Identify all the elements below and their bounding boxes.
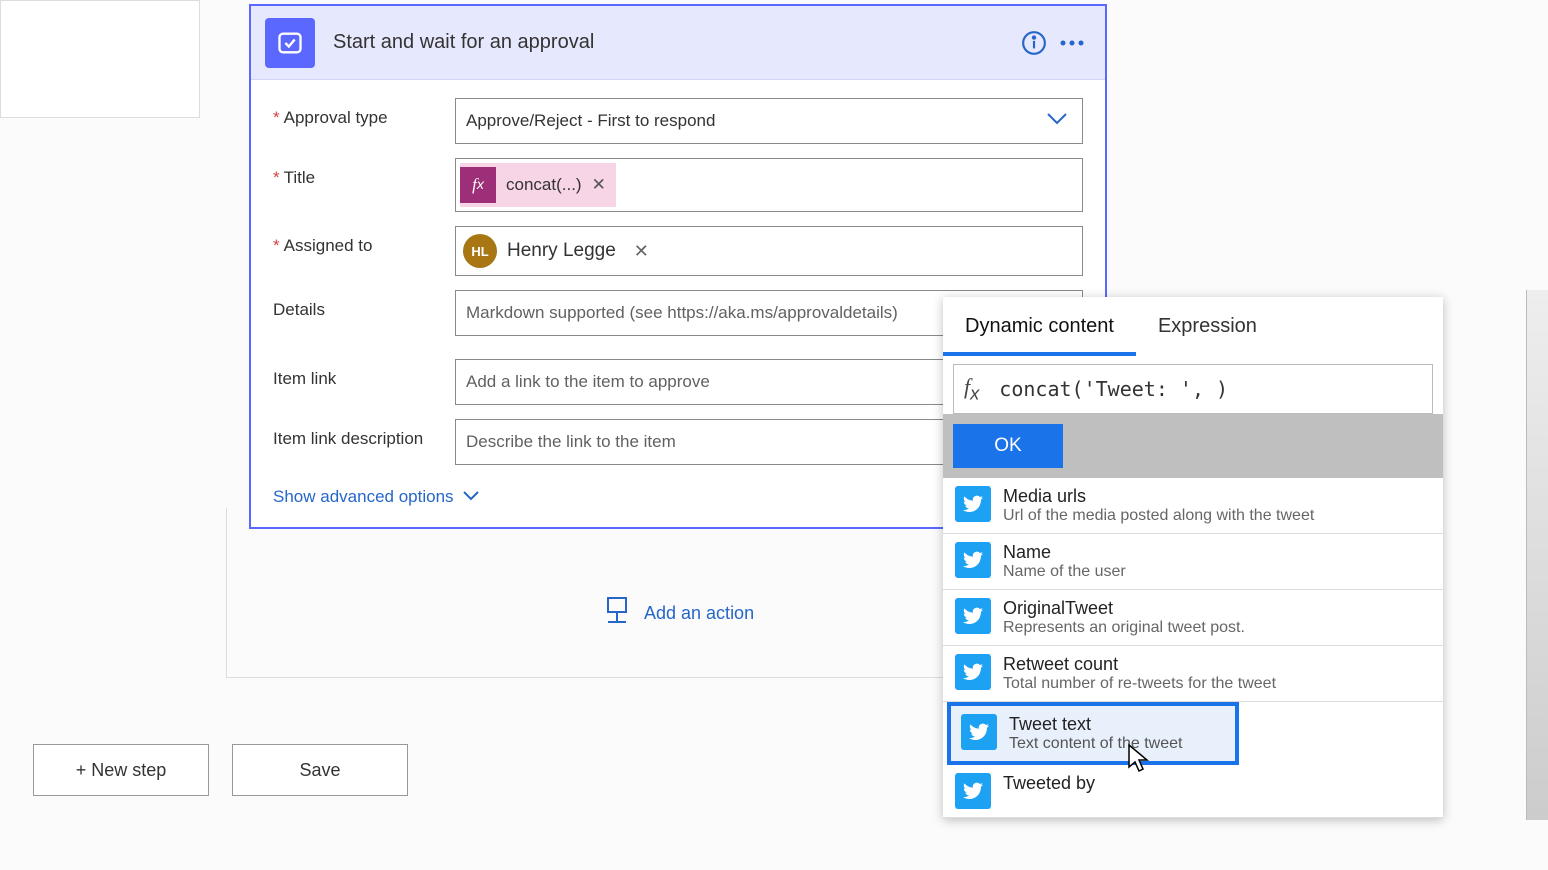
dynamic-content-flyout: Dynamic content Expression fx concat('Tw…	[943, 297, 1443, 818]
more-menu-icon[interactable]	[1053, 24, 1091, 62]
save-label: Save	[299, 760, 340, 781]
dynamic-content-item-title: Tweeted by	[1003, 773, 1095, 794]
dynamic-content-item[interactable]: Tweeted by	[943, 765, 1443, 818]
remove-person-icon[interactable]: ✕	[634, 241, 649, 262]
item-link-desc-placeholder: Describe the link to the item	[466, 432, 676, 452]
person-token[interactable]: HL Henry Legge ✕	[460, 231, 659, 271]
dynamic-content-item[interactable]: Media urlsUrl of the media posted along …	[943, 478, 1443, 534]
dynamic-content-item[interactable]: Tweet textText content of the tweet	[947, 702, 1239, 765]
details-placeholder: Markdown supported (see https://aka.ms/a…	[466, 303, 898, 323]
approval-type-select[interactable]: Approve/Reject - First to respond	[455, 98, 1083, 144]
dynamic-content-item[interactable]: NameName of the user	[943, 534, 1443, 590]
label-assigned-to: Assigned to	[273, 226, 455, 256]
ok-button[interactable]: OK	[953, 424, 1063, 468]
tab-dynamic-content[interactable]: Dynamic content	[943, 297, 1136, 356]
twitter-icon	[955, 598, 991, 634]
twitter-icon	[961, 714, 997, 750]
info-icon[interactable]	[1015, 24, 1053, 62]
twitter-icon	[955, 654, 991, 690]
left-pane-stub	[0, 0, 200, 118]
flyout-tabs: Dynamic content Expression	[943, 297, 1443, 356]
expression-token[interactable]: fx concat(...) ✕	[460, 163, 616, 207]
dynamic-content-item-desc: Represents an original tweet post.	[1003, 619, 1245, 637]
fx-icon: fx	[964, 374, 979, 404]
add-action-label: Add an action	[644, 603, 754, 624]
label-title: Title	[273, 158, 455, 188]
new-step-label: + New step	[76, 760, 167, 781]
add-action-link[interactable]: Add an action	[604, 596, 754, 631]
new-step-button[interactable]: + New step	[33, 744, 209, 796]
label-approval-type: Approval type	[273, 98, 455, 128]
expression-token-label: concat(...)	[506, 175, 582, 195]
title-input[interactable]: fx concat(...) ✕	[455, 158, 1083, 212]
dynamic-content-item-desc: Total number of re-tweets for the tweet	[1003, 675, 1276, 693]
dynamic-content-item-desc: Url of the media posted along with the t…	[1003, 507, 1314, 525]
scrollbar[interactable]	[1526, 290, 1548, 820]
card-header[interactable]: Start and wait for an approval	[251, 6, 1105, 80]
row-assigned-to: Assigned to HL Henry Legge ✕	[273, 226, 1083, 276]
expression-value: concat('Tweet: ', )	[999, 377, 1228, 401]
label-item-link-desc: Item link description	[273, 419, 455, 449]
ok-strip: OK	[943, 414, 1443, 478]
dynamic-content-list: Media urlsUrl of the media posted along …	[943, 478, 1443, 818]
fx-icon: fx	[460, 167, 496, 203]
row-title: Title fx concat(...) ✕	[273, 158, 1083, 212]
chevron-down-icon	[462, 487, 480, 507]
avatar: HL	[463, 234, 497, 268]
chevron-down-icon	[1046, 111, 1068, 131]
remove-token-icon[interactable]: ✕	[592, 175, 606, 195]
dynamic-content-item-title: Retweet count	[1003, 654, 1276, 675]
dynamic-content-item[interactable]: Retweet countTotal number of re-tweets f…	[943, 646, 1443, 702]
twitter-icon	[955, 542, 991, 578]
tab-expression[interactable]: Expression	[1136, 297, 1279, 356]
twitter-icon	[955, 773, 991, 809]
dynamic-content-item-title: Media urls	[1003, 486, 1314, 507]
item-link-placeholder: Add a link to the item to approve	[466, 372, 710, 392]
advanced-options-label: Show advanced options	[273, 487, 454, 507]
assigned-to-input[interactable]: HL Henry Legge ✕	[455, 226, 1083, 276]
card-title: Start and wait for an approval	[333, 31, 1015, 54]
row-approval-type: Approval type Approve/Reject - First to …	[273, 98, 1083, 144]
label-details: Details	[273, 290, 455, 320]
save-button[interactable]: Save	[232, 744, 408, 796]
dynamic-content-item-title: OriginalTweet	[1003, 598, 1245, 619]
ok-label: OK	[994, 435, 1021, 457]
dynamic-content-item-desc: Text content of the tweet	[1009, 735, 1182, 753]
dynamic-content-item-desc: Name of the user	[1003, 563, 1126, 581]
label-item-link: Item link	[273, 359, 455, 389]
add-action-icon	[604, 596, 630, 631]
approval-icon	[265, 18, 315, 68]
expression-input-row[interactable]: fx concat('Tweet: ', )	[953, 364, 1433, 414]
dynamic-content-item[interactable]: OriginalTweetRepresents an original twee…	[943, 590, 1443, 646]
approval-type-value: Approve/Reject - First to respond	[466, 111, 715, 131]
person-name: Henry Legge	[507, 240, 616, 262]
dynamic-content-item-title: Name	[1003, 542, 1126, 563]
twitter-icon	[955, 486, 991, 522]
dynamic-content-item-title: Tweet text	[1009, 714, 1182, 735]
